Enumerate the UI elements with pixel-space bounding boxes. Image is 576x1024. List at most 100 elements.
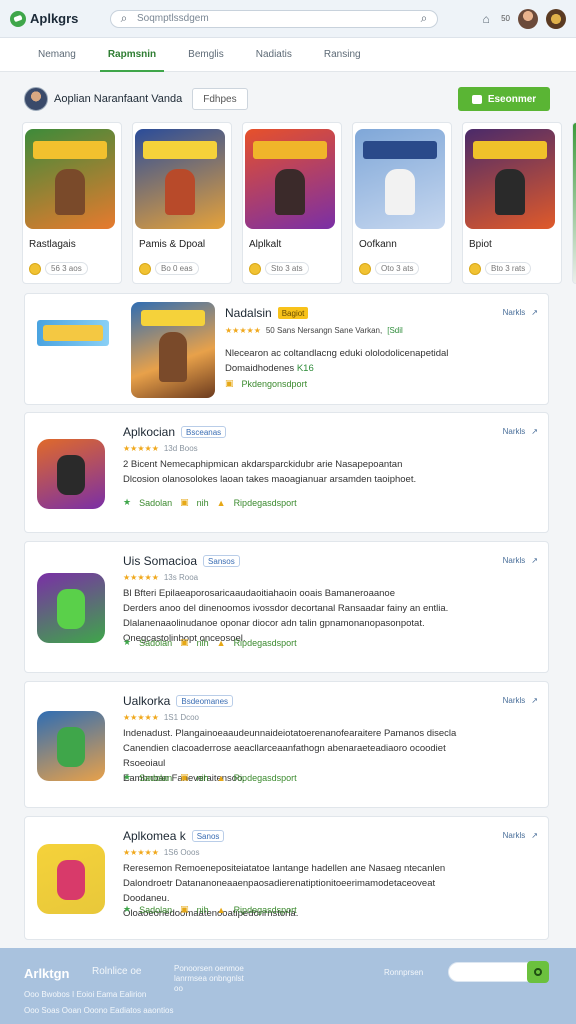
app-action-link[interactable]: Sadolan: [139, 638, 172, 648]
app-card[interactable]: Aplkomea k Sanos ★★★★★ 1S6 Ooos Reresemon Re…: [24, 816, 549, 940]
app-rating-text: 1S1 Dcoo: [163, 713, 199, 722]
app-desc-line: Rsoeoiaul: [123, 758, 166, 769]
app-title[interactable]: Aplkocian Bsceanas: [123, 425, 227, 439]
featured-description: Nlecearon ac coltandlacng eduki ololodol…: [225, 346, 525, 376]
carousel-app-meta: Bo 0 eas: [139, 262, 225, 275]
carousel-app-icon[interactable]: [465, 129, 555, 229]
app-action-link[interactable]: nih: [197, 498, 209, 508]
app-logo[interactable]: Aplkgrs: [10, 10, 106, 27]
app-title[interactable]: Ualkorka Bsdeomanes: [123, 694, 234, 708]
app-icon[interactable]: [37, 711, 105, 781]
tab-1-active[interactable]: Rapmsnin: [92, 38, 172, 72]
app-action-link[interactable]: Sadolan: [139, 498, 172, 508]
app-more-link[interactable]: Narkls ↗: [503, 556, 538, 565]
search-icon: ⌕: [120, 11, 128, 25]
featured-action-link[interactable]: Pkdengonsdport: [242, 379, 308, 389]
carousel-card[interactable]: Oofkann Oto 3 ats: [352, 122, 452, 284]
app-rating: ★★★★★ 1S6 Ooos: [123, 848, 199, 857]
tab-0[interactable]: Nemang: [22, 38, 92, 72]
star-icon: ★: [123, 772, 132, 782]
carousel-app-title: Alplkalt: [249, 239, 282, 250]
thumbs-up-icon: ▲: [216, 772, 226, 783]
footer-link[interactable]: Rolnlice oe: [92, 966, 141, 977]
app-action-link[interactable]: nih: [197, 773, 209, 783]
carousel-card-partial[interactable]: [572, 122, 576, 284]
home-icon[interactable]: ⌂: [479, 12, 493, 26]
footer-logo[interactable]: Arlktgn: [24, 966, 70, 981]
report-icon: ▣: [180, 904, 189, 914]
carousel-app-meta: Bto 3 rats: [469, 262, 555, 275]
app-title[interactable]: Aplkomea k Sanos: [123, 829, 225, 843]
app-tag: Bsceanas: [181, 426, 227, 438]
footer-links-row[interactable]: Ooo Soas Ooan Ooono Eadiatos aaontios: [24, 1006, 173, 1015]
app-rating: ★★★★★ 13s Rooa: [123, 573, 198, 582]
app-icon[interactable]: [37, 573, 105, 643]
footer-search-button[interactable]: [527, 961, 549, 983]
carousel-app-icon[interactable]: [355, 129, 445, 229]
carousel-app-meta: 56 3 aos: [29, 262, 115, 275]
app-card[interactable]: Aplkocian Bsceanas ★★★★★ 13d Boos 2 Bicent N…: [24, 412, 549, 533]
app-title[interactable]: Uis Somacioa Sansos: [123, 554, 240, 568]
app-action-link[interactable]: Ripdegasdsport: [234, 498, 297, 508]
report-icon: ▣: [225, 378, 234, 388]
app-action-link[interactable]: Sadolan: [139, 905, 172, 915]
featured-more-link[interactable]: Narkls ↗: [503, 308, 538, 317]
coin-icon: [469, 262, 481, 275]
carousel-app-icon[interactable]: [25, 129, 115, 229]
app-action-link[interactable]: Ripdegasdsport: [234, 773, 297, 783]
footer-links-row[interactable]: Ooo Bwobos I Eoioi Eama Ealirion: [24, 990, 146, 999]
app-action-link[interactable]: Sadolan: [139, 773, 172, 783]
featured-desc-line: Nlecearon ac coltandlacng eduki ololodol…: [225, 348, 449, 359]
app-more-link[interactable]: Narkls ↗: [503, 831, 538, 840]
star-rating-icon: ★★★★★: [123, 848, 159, 857]
logo-text: Aplkgrs: [30, 11, 79, 26]
app-card[interactable]: Ualkorka Bsdeomanes ★★★★★ 1S1 Dcoo Indenadus…: [24, 681, 549, 808]
star-icon: ★: [123, 904, 132, 914]
footer-link-block[interactable]: Ponoorsen oenmoe lanrmsea onbngnlst oo: [174, 964, 254, 994]
featured-app-card[interactable]: Nadalsin Bagiot ★★★★★ 50 Sans Nersangn S…: [24, 293, 549, 405]
app-icon[interactable]: [37, 439, 105, 509]
tab-2[interactable]: Bemglis: [172, 38, 240, 72]
featured-app-title[interactable]: Nadalsin Bagiot: [225, 306, 309, 320]
carousel-app-meta: Sto 3 ats: [249, 262, 335, 275]
featured-app-icon[interactable]: [131, 302, 215, 398]
app-card[interactable]: Uis Somacioa Sansos ★★★★★ 13s Rooa Bl Bfteri…: [24, 541, 549, 673]
app-description: 2 Bicent Nemecaphipmican akdarsparckidub…: [123, 457, 523, 487]
app-desc-line: Derders anoo del dinenoomos ivossdor dec…: [123, 603, 449, 614]
search-submit-icon[interactable]: ⌕: [417, 11, 431, 26]
featured-name: Nadalsin: [225, 306, 272, 320]
app-icon[interactable]: [37, 844, 105, 914]
app-desc-line: Dalondroetr Datananoneaaenpaosadierenati…: [123, 878, 436, 889]
follow-button[interactable]: Fdhpes: [192, 88, 248, 110]
search-input[interactable]: Soqmptlssdgem: [137, 13, 411, 24]
featured-carousel[interactable]: Rastlagais 56 3 aos Pamis & Dpoal Bo 0 eas A…: [22, 122, 576, 286]
app-rating-text: 1S6 Ooos: [163, 848, 200, 857]
coin-icon: [139, 262, 151, 275]
star-icon: ★: [123, 497, 132, 507]
app-action-link[interactable]: Ripdegasdsport: [234, 905, 297, 915]
account-avatar[interactable]: [546, 8, 566, 29]
search-bar[interactable]: ⌕ Soqmptlssdgem ⌕: [110, 9, 438, 28]
search-icon: [534, 968, 542, 976]
profile-avatar[interactable]: [24, 87, 48, 111]
carousel-app-icon[interactable]: [135, 129, 225, 229]
notification-count: 50: [501, 14, 510, 23]
tab-3[interactable]: Nadiatis: [240, 38, 308, 72]
install-button[interactable]: Eseonmer: [458, 87, 550, 111]
app-action-link[interactable]: Ripdegasdsport: [234, 638, 297, 648]
tab-4[interactable]: Ransing: [308, 38, 377, 72]
app-more-link[interactable]: Narkls ↗: [503, 696, 538, 705]
carousel-app-title: Bpiot: [469, 239, 492, 250]
carousel-meta-text: Oto 3 ats: [375, 262, 420, 275]
carousel-app-icon[interactable]: [245, 129, 335, 229]
app-action-link[interactable]: nih: [197, 638, 209, 648]
carousel-card[interactable]: Rastlagais 56 3 aos: [22, 122, 122, 284]
app-action-link[interactable]: nih: [197, 905, 209, 915]
app-more-link[interactable]: Narkls ↗: [503, 427, 538, 436]
carousel-card[interactable]: Alplkalt Sto 3 ats: [242, 122, 342, 284]
user-avatar[interactable]: [518, 8, 538, 29]
app-actions: ★ Sadolan ▣ nih ▲ Ripdegasdsport: [123, 637, 297, 648]
carousel-card[interactable]: Pamis & Dpoal Bo 0 eas: [132, 122, 232, 284]
featured-rating-text: 50 Sans Nersangn Sane Varkan,: [265, 326, 383, 335]
carousel-card[interactable]: Bpiot Bto 3 rats: [462, 122, 562, 284]
